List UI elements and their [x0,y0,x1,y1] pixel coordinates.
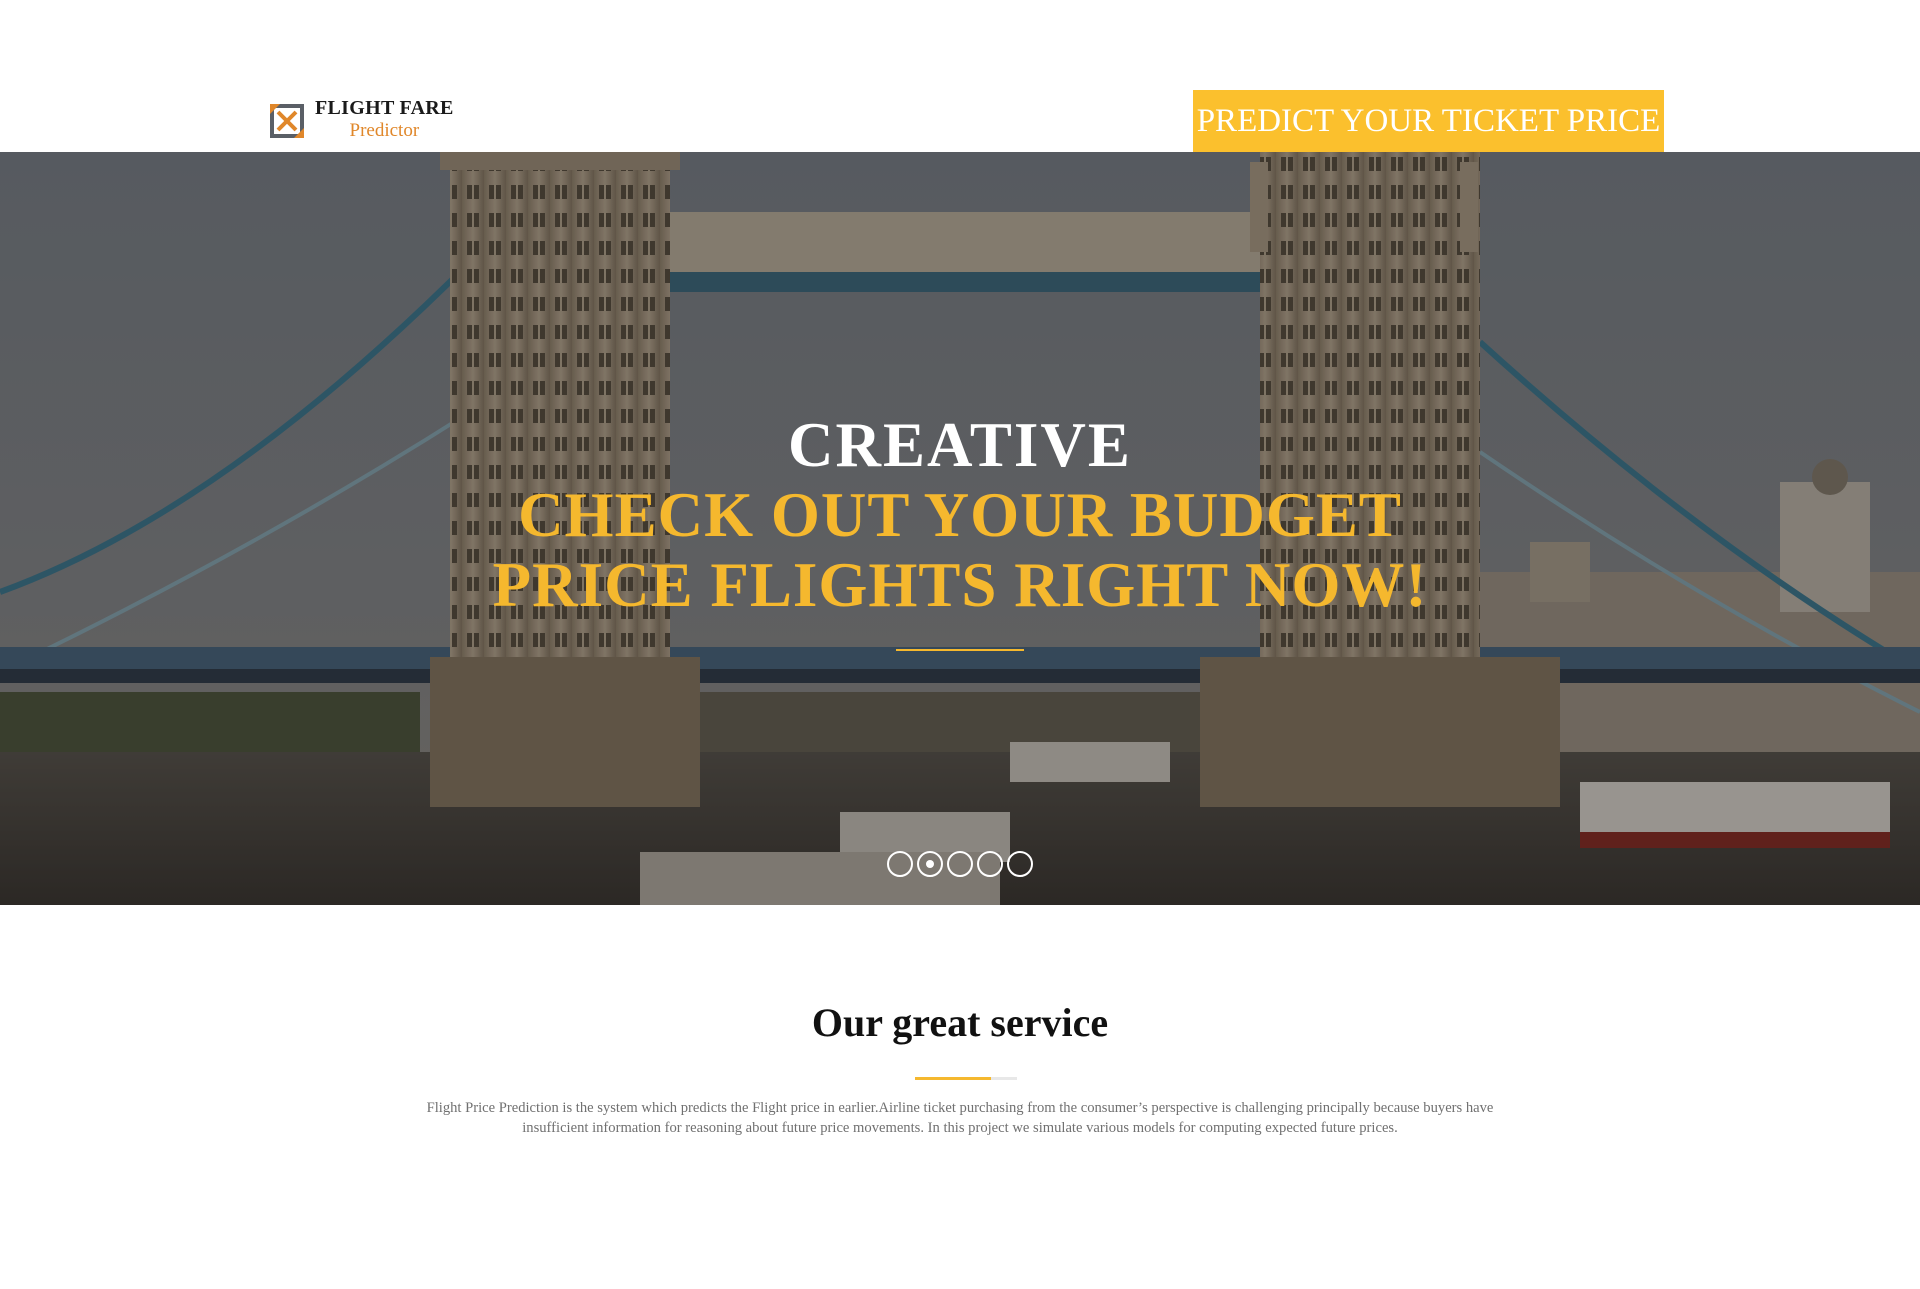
brand-logo-link[interactable]: FLIGHT FARE Predictor [268,98,454,140]
carousel-dot-2[interactable] [917,851,943,877]
carousel-pagination [0,851,1920,877]
brand-subtitle: Predictor [349,120,420,141]
site-header: FLIGHT FARE Predictor PREDICT YOUR TICKE… [0,0,1920,152]
carousel-dot-1[interactable] [887,851,913,877]
hero-divider [896,649,1024,651]
section-title: Our great service [811,1000,1109,1045]
carousel-dot-3[interactable] [947,851,973,877]
hero-headline-line-1: CHECK OUT YOUR BUDGET [518,480,1402,550]
section-divider [915,1077,1017,1080]
hero-headline-line-2: PRICE FLIGHTS RIGHT NOW! [492,550,1428,620]
hero-kicker: CREATIVE [788,410,1132,480]
diamond-arrows-logo-icon [270,104,304,138]
carousel-dot-5[interactable] [1007,851,1033,877]
service-section: Our great service Flight Price Predictio… [0,905,1920,1289]
carousel-dot-4[interactable] [977,851,1003,877]
hero-slider: CREATIVE CHECK OUT YOUR BUDGET PRICE FLI… [0,152,1920,905]
brand-wordmark: FLIGHT FARE Predictor [315,98,454,140]
brand-title: FLIGHT FARE [315,97,454,119]
section-divider-accent [915,1077,991,1080]
predict-ticket-price-button[interactable]: PREDICT YOUR TICKET PRICE [1193,90,1664,152]
hero-caption: CREATIVE CHECK OUT YOUR BUDGET PRICE FLI… [0,410,1920,651]
service-description: Flight Price Prediction is the system wh… [426,1100,1494,1136]
